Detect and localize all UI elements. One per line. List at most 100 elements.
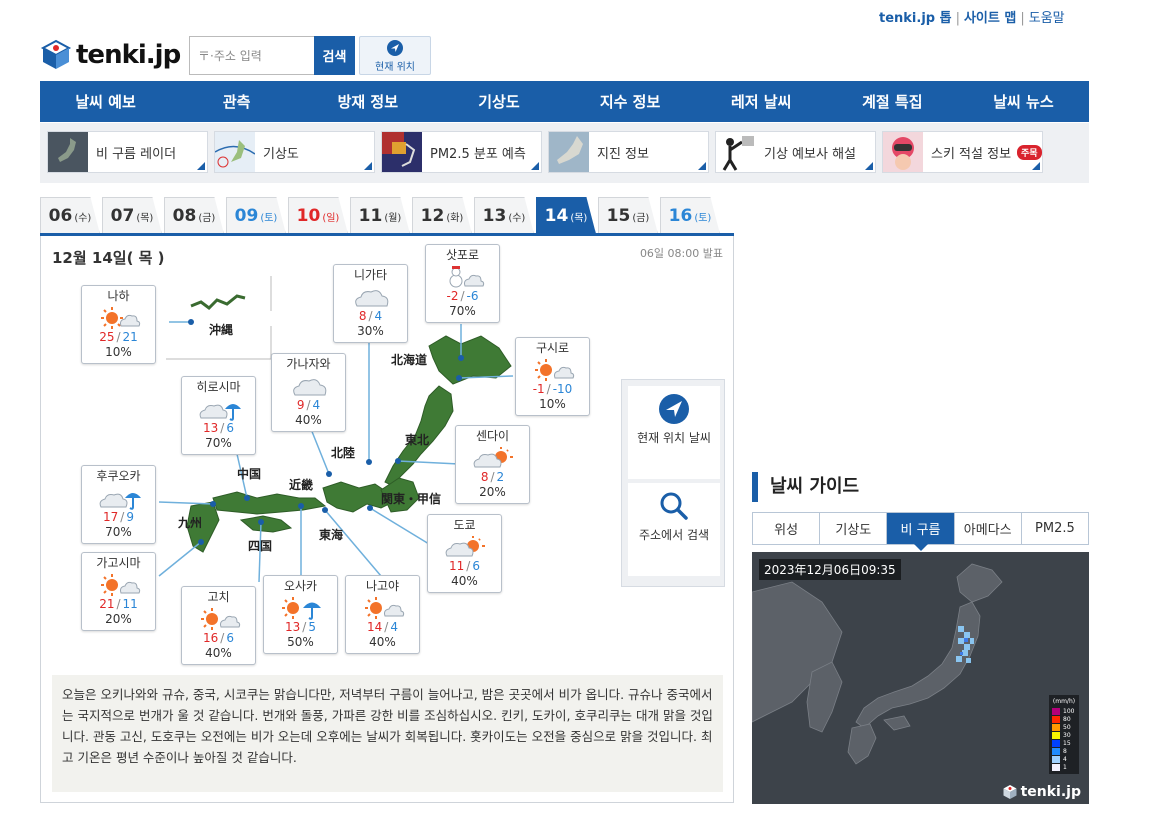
search-button[interactable]: 검색 [314, 36, 355, 75]
sub-nav: 비 구름 레이더 기상도 PM2.5 분포 예측 지진 정보 기상 예보사 해설… [40, 123, 1089, 183]
city-card-kochi[interactable]: 고치 16/6 40% [181, 586, 256, 665]
weather-guide-title: 날씨 가이드 [752, 472, 859, 502]
address-search-button[interactable]: 주소에서 검색 [628, 483, 720, 576]
date-tab-14[interactable]: 14 (목) [536, 197, 596, 234]
date-tab-13[interactable]: 13 (수) [474, 197, 534, 234]
region-chugoku: 中国 [237, 467, 262, 481]
nav-season[interactable]: 계절 특집 [827, 81, 958, 122]
sunny-then-cloudy-icon [364, 597, 404, 619]
nav-index[interactable]: 지수 정보 [565, 81, 696, 122]
site-logo[interactable]: tenki.jp [40, 39, 181, 71]
tenki-cube-icon [40, 39, 72, 69]
nav-forecast[interactable]: 날씨 예보 [40, 81, 171, 122]
address-search-label: 주소에서 검색 [638, 528, 710, 542]
cloudy-icon [354, 290, 388, 307]
subnav-ski[interactable]: 스키 적설 정보 주목 [882, 131, 1043, 173]
region-shikoku: 四国 [248, 539, 273, 553]
address-search: 검색 [189, 36, 355, 75]
link-tenki-top[interactable]: tenki.jp 톱 [879, 11, 952, 26]
city-card-kagoshima[interactable]: 가고시마 21/11 20% [81, 552, 156, 631]
cloudy-then-sunny-icon [473, 447, 513, 468]
subnav-label: 비 구름 레이더 [96, 146, 177, 162]
sunny-then-rain-icon [281, 597, 321, 620]
current-location-weather-label: 현재 위치 날씨 [637, 431, 711, 445]
date-tab-09[interactable]: 09 (토) [226, 197, 286, 234]
nav-observation[interactable]: 관측 [171, 81, 302, 122]
guide-tab-rain-cloud[interactable]: 비 구름 [887, 513, 955, 551]
subnav-pm25[interactable]: PM2.5 분포 예측 [381, 131, 542, 173]
guide-tab-amedas[interactable]: 아메다스 [954, 513, 1022, 544]
region-kinki: 近畿 [289, 478, 314, 492]
nav-leisure[interactable]: 레저 날씨 [696, 81, 827, 122]
city-card-hiroshima[interactable]: 히로시마 13/6 70% [181, 376, 256, 455]
cloudy-then-rain-icon [99, 493, 141, 510]
date-tab-07[interactable]: 07 (목) [102, 197, 162, 234]
city-card-nagoya[interactable]: 나고야 14/4 40% [345, 575, 420, 654]
radar-legend: (mm/h) 100 80 50 30 15 8 4 1 [1049, 695, 1079, 774]
city-card-niigata[interactable]: 니가타 8/4 30% [333, 264, 408, 343]
subnav-rain-radar[interactable]: 비 구름 레이더 [47, 131, 208, 173]
subnav-label: 기상 예보사 해설 [764, 146, 856, 162]
tenki-cube-icon [1003, 785, 1017, 799]
featured-badge: 주목 [1017, 144, 1042, 160]
cloudy-then-sunny-icon [445, 536, 485, 557]
region-kyushu: 九州 [178, 516, 203, 530]
region-tokai: 東海 [319, 528, 344, 542]
guide-tab-weather-map[interactable]: 기상도 [820, 513, 888, 544]
city-card-kushiro[interactable]: 구시로 -1/-10 10% [515, 337, 590, 416]
subnav-forecaster[interactable]: 기상 예보사 해설 [715, 131, 876, 173]
nav-disaster[interactable]: 방재 정보 [302, 81, 433, 122]
link-sitemap[interactable]: 사이트 맵 [964, 11, 1016, 26]
city-card-sapporo[interactable]: 삿포로 -2/-6 70% [425, 244, 500, 323]
main-nav: 날씨 예보 관측 방재 정보 기상도 지수 정보 레저 날씨 계절 특집 날씨 … [40, 81, 1089, 122]
link-help[interactable]: 도움말 [1029, 11, 1065, 26]
subnav-label: PM2.5 분포 예측 [430, 146, 526, 162]
city-card-fukuoka[interactable]: 후쿠오카 17/9 70% [81, 465, 156, 544]
forecast-map-panel: 12월 14일( 목 ) 06일 08:00 발표 沖縄 北海道 東北 北陸 関… [40, 236, 734, 803]
guide-tab-satellite[interactable]: 위성 [753, 513, 821, 544]
subnav-weather-map[interactable]: 기상도 [214, 131, 375, 173]
date-tab-06[interactable]: 06 (수) [40, 197, 100, 234]
date-tab-15[interactable]: 15 (금) [598, 197, 658, 234]
subnav-label: 스키 적설 정보 [931, 146, 1012, 162]
date-tabs: 06 (수) 07 (목) 08 (금) 09 (토) 10 (일) 11 (월) 12 (화… [40, 197, 722, 234]
city-card-naha[interactable]: 나하 25/21 10% [81, 285, 156, 364]
sunny-then-cloudy-icon [100, 307, 140, 329]
date-tab-12[interactable]: 12 (화) [412, 197, 472, 234]
sunny-then-cloudy-icon [534, 359, 574, 381]
current-location-weather-button[interactable]: 현재 위치 날씨 [628, 386, 720, 479]
current-location-label: 현재 위치 [375, 62, 415, 73]
logo-text: tenki.jp [76, 40, 181, 70]
weather-map-thumbnail-icon [215, 132, 255, 172]
date-tab-08[interactable]: 08 (금) [164, 197, 224, 234]
top-links: tenki.jp 톱 | 사이트 맵 | 도움말 [879, 11, 1065, 26]
current-location-button[interactable]: 현재 위치 [359, 36, 431, 75]
address-input[interactable] [189, 36, 314, 75]
nav-weather-map[interactable]: 기상도 [433, 81, 564, 122]
guide-tab-pm25[interactable]: PM2.5 [1021, 513, 1089, 544]
city-card-kanazawa[interactable]: 가나자와 9/4 40% [271, 353, 346, 432]
radar-timestamp: 2023年12月06日09:35 [759, 559, 901, 580]
city-card-sendai[interactable]: 센다이 8/2 20% [455, 425, 530, 504]
subnav-label: 기상도 [263, 146, 299, 162]
cloudy-icon [292, 379, 326, 396]
radar-thumbnail-icon [48, 132, 88, 172]
search-icon [660, 492, 688, 520]
date-tab-10[interactable]: 10 (일) [288, 197, 348, 234]
nav-news[interactable]: 날씨 뉴스 [958, 81, 1089, 122]
location-arrow-icon [387, 40, 403, 56]
date-tab-16[interactable]: 16 (토) [660, 197, 720, 234]
region-hokuriku: 北陸 [331, 446, 356, 460]
rain-radar-map[interactable]: 2023年12月06日09:35 (mm/h) 100 80 50 30 15 … [752, 552, 1089, 804]
date-tab-11[interactable]: 11 (월) [350, 197, 410, 234]
cloudy-then-rain-icon [199, 404, 241, 421]
subnav-earthquake[interactable]: 지진 정보 [548, 131, 709, 173]
location-arrow-icon [659, 394, 689, 424]
city-card-osaka[interactable]: 오사카 13/5 50% [263, 575, 338, 654]
region-hokkaido: 北海道 [391, 353, 428, 367]
pm25-thumbnail-icon [382, 132, 422, 172]
forecast-comment: 오늘은 오키나와와 규슈, 중국, 시코쿠는 맑습니다만, 저녁부터 구름이 늘… [52, 675, 723, 792]
city-card-tokyo[interactable]: 도쿄 11/6 40% [427, 514, 502, 593]
guide-tabs: 위성 기상도 비 구름 아메다스 PM2.5 [752, 512, 1089, 551]
region-tohoku: 東北 [405, 433, 430, 447]
